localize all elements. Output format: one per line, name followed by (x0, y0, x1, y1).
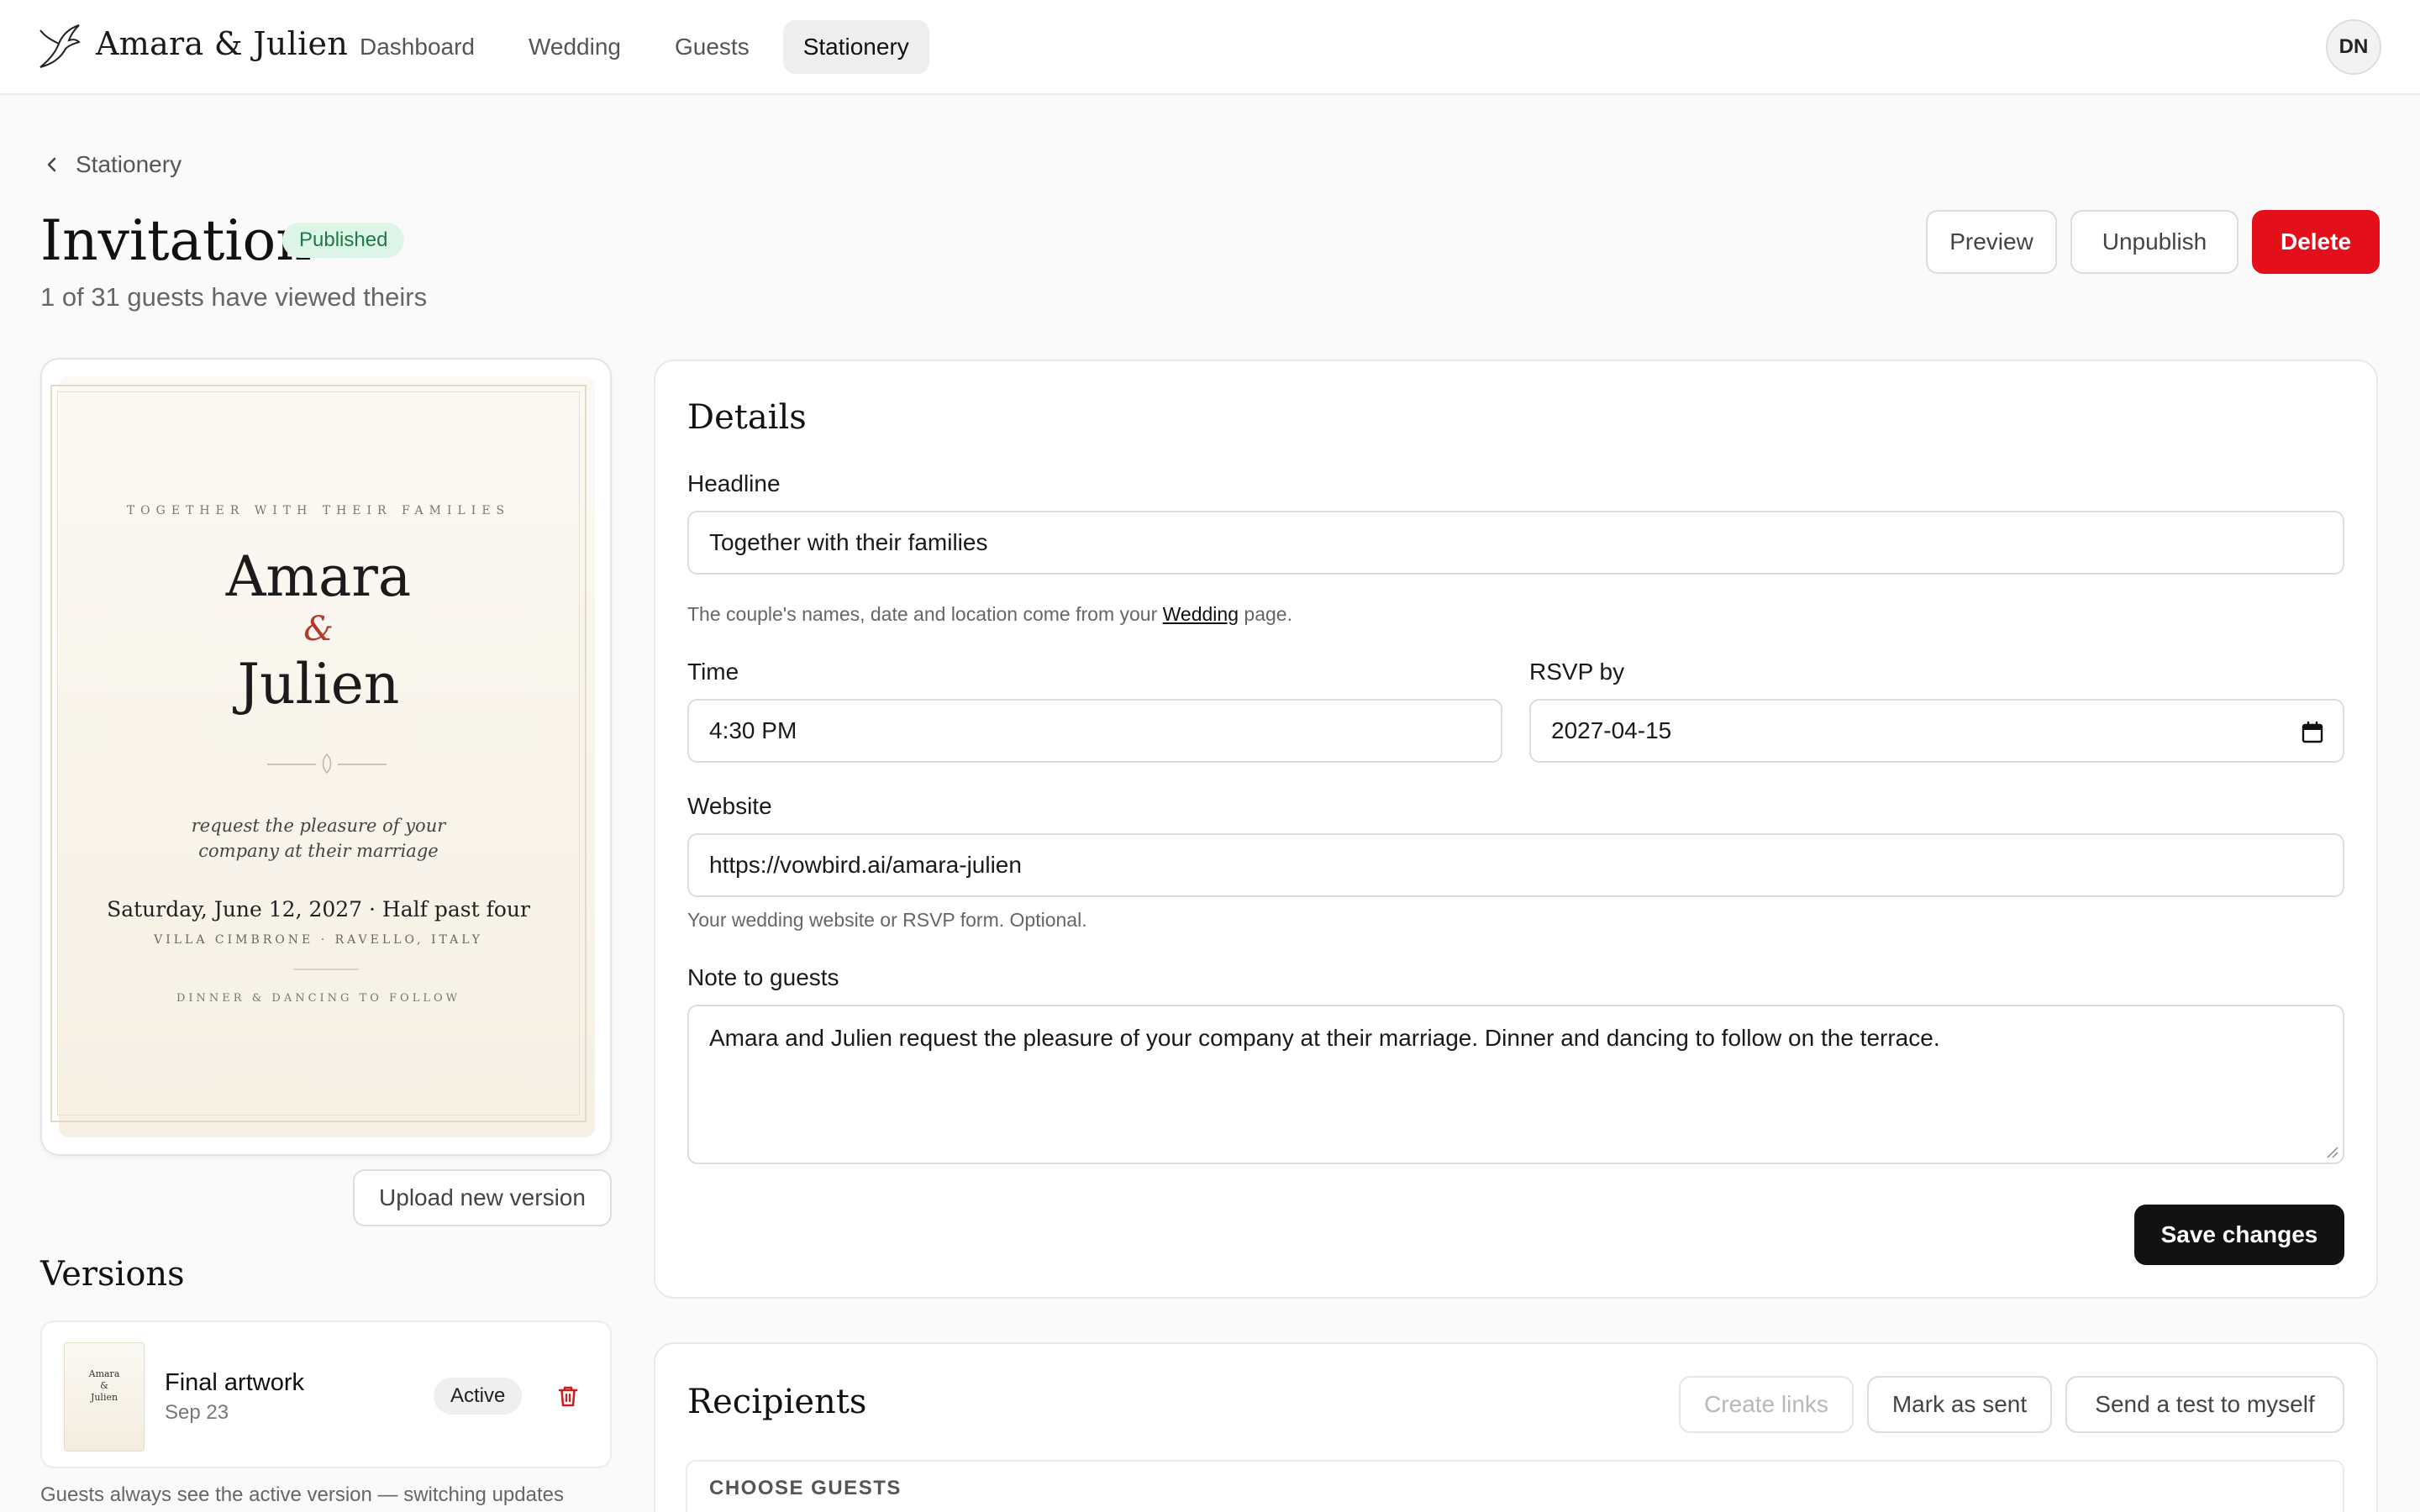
choose-guests-panel (686, 1460, 2344, 1512)
breadcrumb-back-link[interactable]: Stationery (42, 151, 182, 178)
version-name: Final artwork (165, 1369, 304, 1396)
invitation-venue: VILLA CIMBRONE · RAVELLO, ITALY (154, 933, 483, 947)
version-date: Sep 23 (165, 1401, 229, 1424)
rsvp-label: RSVP by (1529, 659, 1625, 685)
page-title: Invitation (40, 208, 312, 273)
headline-help: The couple's names, date and location co… (687, 603, 1292, 626)
brand-title[interactable]: Amara & Julien (96, 25, 348, 62)
headline-input[interactable]: Together with their families (687, 511, 2344, 575)
recipients-heading: Recipients (687, 1383, 867, 1421)
nav-stationery[interactable]: Stationery (782, 20, 929, 74)
send-test-button[interactable]: Send a test to myself (2065, 1376, 2344, 1433)
versions-heading: Versions (40, 1255, 185, 1294)
note-value: Amara and Julien request the pleasure of… (709, 1025, 1940, 1051)
website-help: Your wedding website or RSVP form. Optio… (687, 909, 1087, 931)
invitation-overline: TOGETHER WITH THEIR FAMILIES (126, 504, 511, 517)
mark-as-sent-button[interactable]: Mark as sent (1867, 1376, 2052, 1433)
top-navbar: Amara & Julien Dashboard Wedding Guests … (0, 0, 2420, 95)
wedding-page-link[interactable]: Wedding (1163, 603, 1239, 625)
delete-button[interactable]: Delete (2252, 210, 2380, 274)
note-label: Note to guests (687, 964, 839, 990)
time-label: Time (687, 659, 739, 685)
thumbnail-name-2: Julien (90, 1392, 118, 1403)
headline-help-suffix: page. (1239, 603, 1292, 625)
view-count-text: 1 of 31 guests have viewed theirs (40, 282, 428, 312)
invitation-divider (293, 969, 359, 970)
headline-help-prefix: The couple's names, date and location co… (687, 603, 1163, 625)
unpublish-button[interactable]: Unpublish (2070, 210, 2238, 274)
note-textarea[interactable]: Amara and Julien request the pleasure of… (687, 1005, 2344, 1164)
status-badge: Published (282, 223, 405, 258)
website-input[interactable]: https://vowbird.ai/amara-julien (687, 833, 2344, 897)
choose-guests-label: CHOOSE GUESTS (709, 1477, 902, 1499)
invitation-ampersand: & (303, 610, 334, 648)
versions-helper-text: Guests always see the active version — s… (40, 1483, 564, 1506)
version-active-badge: Active (434, 1378, 523, 1415)
rsvp-date-value: 2027-04-15 (1551, 717, 1672, 743)
user-avatar[interactable]: DN (2326, 19, 2381, 75)
time-input[interactable]: 4:30 PM (687, 699, 1502, 763)
invitation-request-text: request the pleasure of your company at … (191, 816, 446, 861)
breadcrumb-label: Stationery (76, 151, 182, 177)
nav-dashboard[interactable]: Dashboard (339, 20, 495, 74)
trash-icon[interactable] (555, 1383, 581, 1410)
hummingbird-logo-icon[interactable] (37, 22, 81, 71)
thumbnail-name-1: Amara (88, 1368, 120, 1379)
calendar-icon[interactable] (2301, 721, 2324, 744)
details-heading: Details (687, 398, 807, 437)
version-list-item[interactable]: Amara & Julien Final artwork Sep 23 Acti… (40, 1320, 612, 1468)
invitation-date-time: Saturday, June 12, 2027 · Half past four (107, 897, 530, 921)
thumbnail-ampersand: & (100, 1380, 108, 1391)
resize-handle-icon[interactable] (2324, 1144, 2339, 1159)
nav-wedding[interactable]: Wedding (508, 20, 641, 74)
ornament-icon (267, 753, 387, 774)
upload-new-version-button[interactable]: Upload new version (353, 1169, 612, 1226)
website-label: Website (687, 793, 772, 819)
main-nav: Dashboard Wedding Guests Stationery (339, 20, 929, 74)
invitation-name-1: Amara (225, 544, 412, 609)
rsvp-date-input[interactable]: 2027-04-15 (1529, 699, 2344, 763)
nav-guests[interactable]: Guests (655, 20, 770, 74)
create-links-button[interactable]: Create links (1679, 1376, 1854, 1433)
version-thumbnail: Amara & Julien (64, 1342, 145, 1452)
save-changes-button[interactable]: Save changes (2134, 1205, 2344, 1265)
chevron-left-icon (47, 157, 56, 172)
invitation-name-2: Julien (237, 652, 400, 717)
headline-label: Headline (687, 470, 781, 496)
preview-button[interactable]: Preview (1926, 210, 2057, 274)
invitation-footer: DINNER & DANCING TO FOLLOW (176, 992, 460, 1005)
